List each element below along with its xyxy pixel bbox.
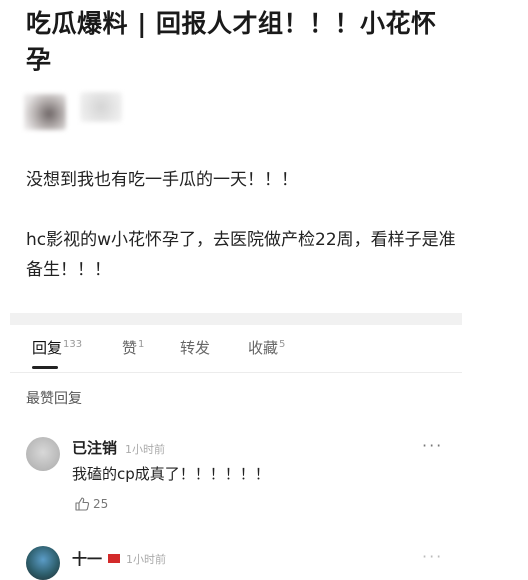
tab-replies-label: 回复 [32, 339, 63, 357]
post-paragraph-2: hc影视的w小花怀孕了，去医院做产检22周，看样子是准备生！！！ [26, 230, 456, 280]
comment-header: 十一 1小时前 [72, 548, 166, 569]
tab-divider [10, 372, 462, 373]
tab-reposts-label: 转发 [180, 339, 211, 357]
tab-replies-count: 133 [63, 339, 83, 350]
avatar[interactable] [26, 437, 60, 471]
avatar[interactable] [26, 546, 60, 580]
like-count: 25 [93, 497, 109, 511]
tab-favorites-count: 5 [279, 339, 286, 350]
comment-text: 我磕的cp成真了！！！！！！ [72, 465, 270, 483]
tab-likes-count: 1 [138, 339, 145, 350]
like-button[interactable]: 25 [74, 496, 108, 512]
section-divider [10, 313, 462, 325]
tab-favorites-label: 收藏 [248, 339, 279, 357]
active-tab-indicator [32, 366, 58, 369]
tab-likes[interactable]: 赞1 [122, 337, 144, 358]
comment-username[interactable]: 十一 [72, 548, 102, 569]
flag-icon [108, 554, 121, 563]
author-name-blurred [80, 92, 122, 122]
post-paragraph-1: 没想到我也有吃一手瓜的一天！！！ [26, 170, 298, 190]
more-icon[interactable]: ··· [422, 547, 443, 566]
more-icon[interactable]: ··· [422, 436, 443, 455]
comment-header: 已注销 1小时前 [72, 437, 165, 458]
comment-timestamp: 1小时前 [125, 443, 166, 456]
top-replies-label: 最赞回复 [26, 391, 82, 407]
comment-timestamp: 1小时前 [126, 552, 167, 566]
post-title: 吃瓜爆料 | 回报人才组！！！小花怀孕 [26, 9, 437, 74]
thumbs-up-icon [75, 497, 90, 511]
tab-likes-label: 赞 [122, 339, 138, 357]
author-avatar-blurred[interactable] [24, 94, 66, 130]
comment-username[interactable]: 已注销 [72, 437, 117, 458]
tab-reposts[interactable]: 转发 [180, 337, 210, 358]
tab-replies[interactable]: 回复133 [32, 337, 82, 358]
tab-favorites[interactable]: 收藏5 [248, 337, 285, 358]
